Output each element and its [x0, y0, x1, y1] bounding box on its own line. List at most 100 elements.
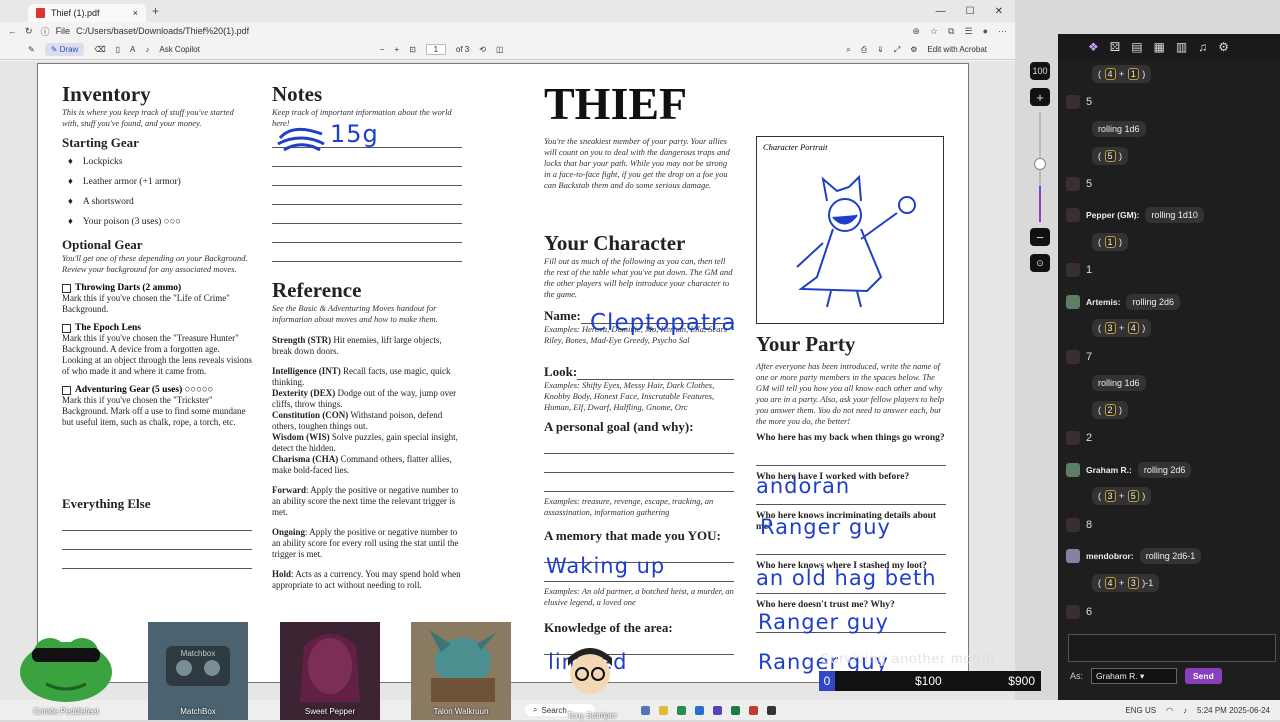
- speak-as-select[interactable]: Graham R. ▾: [1091, 668, 1178, 684]
- read-aloud-icon[interactable]: ♪: [145, 45, 149, 54]
- darts-checkbox[interactable]: [62, 283, 71, 293]
- roll-result: 7: [1086, 351, 1093, 363]
- adventuring-gear-checkbox[interactable]: [62, 385, 71, 395]
- app-icon[interactable]: [731, 705, 740, 715]
- search-icon[interactable]: ⌕: [846, 45, 850, 55]
- save-icon[interactable]: ⇓: [877, 45, 884, 54]
- ask-copilot-button[interactable]: Ask Copilot: [159, 45, 199, 54]
- text-icon[interactable]: A: [130, 45, 135, 54]
- refresh-icon[interactable]: ↻: [25, 26, 33, 37]
- write-line[interactable]: [272, 167, 462, 186]
- send-button[interactable]: Send: [1185, 668, 1222, 684]
- app-icon[interactable]: [677, 705, 686, 715]
- close-window-icon[interactable]: ✕: [995, 6, 1003, 17]
- favorites-icon[interactable]: ☰: [964, 26, 972, 37]
- journal-icon[interactable]: ▤: [1131, 40, 1142, 54]
- fullscreen-icon[interactable]: ⤢: [894, 45, 900, 55]
- write-line[interactable]: [272, 243, 462, 262]
- zoom-reset-button[interactable]: ⊙: [1030, 254, 1050, 272]
- zoom-icon[interactable]: ⊕: [912, 26, 920, 37]
- extensions-icon[interactable]: ⧉: [948, 26, 954, 37]
- inventory-subtitle: This is where you keep track of stuff yo…: [62, 107, 234, 128]
- chat-log[interactable]: ( 4 + 1 ) 5 rolling 1d6 ( 5 ) 5 Pepper (…: [1066, 62, 1276, 627]
- close-tab-icon[interactable]: ×: [133, 8, 138, 18]
- zoom-minus-button[interactable]: −: [1030, 228, 1050, 246]
- jukebox-icon[interactable]: ♫: [1198, 40, 1207, 54]
- epoch-lens-checkbox[interactable]: [62, 323, 71, 333]
- zoom-slider-handle[interactable]: [1034, 158, 1046, 170]
- rotate-icon[interactable]: ⟲: [479, 45, 486, 54]
- reference-subtitle: See the Basic & Adventuring Moves handou…: [272, 303, 438, 324]
- starting-gear-list: ♦ Lockpicks ♦ Leather armor (+1 armor) ♦ A …: [62, 157, 252, 227]
- write-line[interactable]: [272, 224, 462, 243]
- draw-button[interactable]: ✎ Draw: [44, 43, 85, 56]
- app-icon[interactable]: [641, 705, 650, 715]
- app-icon[interactable]: [695, 705, 704, 715]
- url-text: C:/Users/baset/Downloads/Thief%20(1).pdf: [76, 26, 250, 36]
- optional-item: The Epoch Lens Mark this if you've chose…: [62, 323, 252, 377]
- write-line[interactable]: [272, 186, 462, 205]
- tab-bar: Thief (1).pdf × + — ☐ ✕: [0, 0, 1015, 22]
- new-tab-icon[interactable]: +: [152, 4, 159, 18]
- chat-message: rolling 1d6: [1066, 117, 1276, 141]
- app-icon[interactable]: [713, 705, 722, 715]
- zoom-in-icon[interactable]: +: [395, 45, 400, 54]
- write-line[interactable]: [62, 531, 252, 550]
- back-icon[interactable]: ←: [8, 26, 17, 36]
- url-field[interactable]: ⓘ File C:/Users/baset/Downloads/Thief%20…: [41, 25, 250, 38]
- chat-message: 8: [1066, 513, 1276, 537]
- look-field[interactable]: [577, 366, 734, 380]
- table-icon[interactable]: ▦: [1154, 40, 1165, 54]
- optional-item-name: Adventuring Gear (5 uses) ○○○○○: [75, 385, 214, 395]
- scribble-mark: [277, 127, 325, 152]
- write-line[interactable]: [62, 550, 252, 569]
- lang-indicator[interactable]: ENG US: [1125, 706, 1156, 715]
- avatar: [1066, 431, 1080, 445]
- app-icon[interactable]: [767, 705, 776, 715]
- minimize-icon[interactable]: —: [936, 6, 946, 17]
- chat-icon[interactable]: ❖: [1088, 40, 1099, 54]
- roll-text: rolling 1d6: [1092, 375, 1146, 391]
- fit-icon[interactable]: ⊡: [409, 45, 416, 54]
- page-view-icon[interactable]: ▯: [116, 45, 120, 54]
- profile-icon[interactable]: ●: [983, 26, 988, 37]
- zoom-slider[interactable]: [1034, 112, 1046, 222]
- edit-acrobat-button[interactable]: Edit with Acrobat: [927, 45, 987, 54]
- dice-icon[interactable]: ⚄: [1110, 40, 1120, 54]
- optional-item-name: The Epoch Lens: [75, 323, 141, 333]
- write-line[interactable]: [544, 454, 734, 473]
- write-line[interactable]: [544, 435, 734, 454]
- print-icon[interactable]: ⎙: [861, 45, 867, 55]
- zoom-level[interactable]: 100: [1030, 62, 1050, 80]
- erase-icon[interactable]: ⌫: [94, 45, 105, 54]
- chat-message: 7: [1066, 345, 1276, 369]
- settings-gear-icon[interactable]: ⚙: [1218, 40, 1229, 54]
- your-party-subtitle: After everyone has been introduced, writ…: [756, 361, 945, 426]
- write-line[interactable]: [62, 512, 252, 531]
- pdf-viewer[interactable]: Inventory This is where you keep track o…: [0, 61, 1015, 700]
- write-line[interactable]: [272, 205, 462, 224]
- two-page-icon[interactable]: ◫: [496, 45, 504, 54]
- everything-else-title: Everything Else: [62, 496, 151, 511]
- maximize-icon[interactable]: ☐: [966, 6, 975, 17]
- draw-icon[interactable]: ✎: [28, 45, 35, 54]
- page-number-input[interactable]: 1: [425, 44, 446, 55]
- character-sheet-page[interactable]: Inventory This is where you keep track o…: [37, 63, 969, 683]
- wifi-icon[interactable]: ◠: [1166, 706, 1173, 715]
- app-icon[interactable]: [749, 705, 758, 715]
- menu-icon[interactable]: ⋯: [998, 26, 1007, 37]
- clock[interactable]: 5:24 PM 2025-06-24: [1197, 706, 1270, 715]
- compendium-icon[interactable]: ▥: [1176, 40, 1187, 54]
- volume-icon[interactable]: ♪: [1183, 706, 1187, 715]
- webcam-tile: Matchbox MatchBox: [148, 622, 248, 720]
- party-answer-line[interactable]: [756, 444, 946, 466]
- zoom-plus-button[interactable]: +: [1030, 88, 1050, 106]
- tab-thief-pdf[interactable]: Thief (1).pdf ×: [28, 4, 146, 22]
- chat-input[interactable]: [1068, 634, 1276, 662]
- zoom-out-icon[interactable]: −: [380, 45, 385, 54]
- write-line[interactable]: [544, 473, 734, 492]
- settings-icon[interactable]: ⚙: [910, 45, 917, 54]
- app-icon[interactable]: [659, 705, 668, 715]
- star-icon[interactable]: ☆: [930, 26, 938, 37]
- character-portrait-box[interactable]: Character Portrait: [756, 136, 944, 324]
